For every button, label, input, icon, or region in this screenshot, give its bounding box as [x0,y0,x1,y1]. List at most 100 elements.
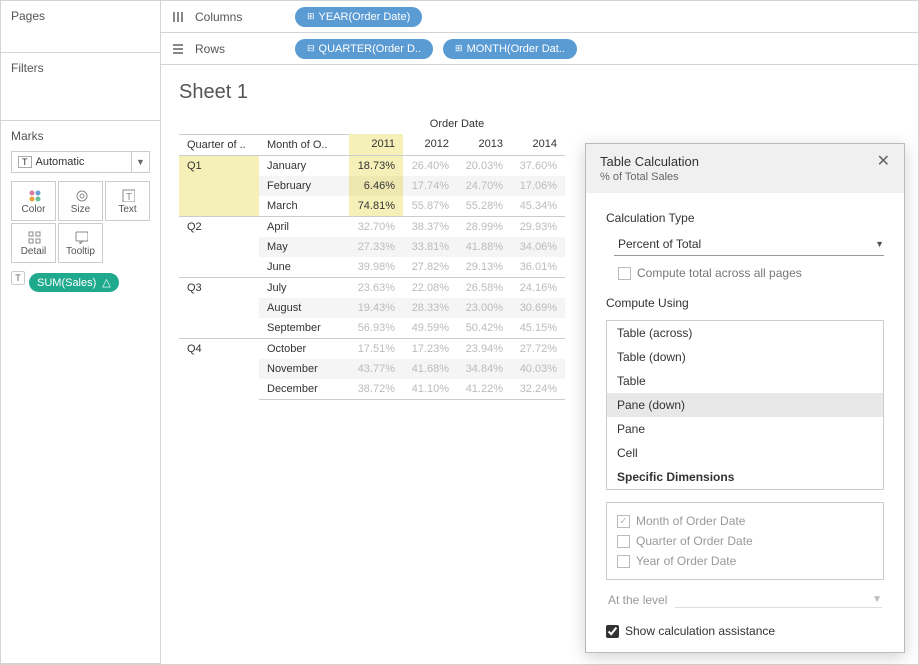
year-header[interactable]: 2014 [511,134,565,155]
quarter-cell[interactable]: Q1 [179,155,259,216]
compute-option[interactable]: Pane (down) [607,393,883,417]
year-header[interactable]: 2011 [349,134,403,155]
mark-text-button[interactable]: T Text [105,181,150,221]
value-cell[interactable]: 27.82% [403,257,457,278]
value-cell[interactable]: 40.03% [511,359,565,379]
month-cell[interactable]: November [259,359,349,379]
value-cell[interactable]: 27.72% [511,338,565,359]
value-cell[interactable]: 43.77% [349,359,403,379]
value-cell[interactable]: 29.93% [511,216,565,237]
month-pill[interactable]: ⊞MONTH(Order Dat.. [443,39,577,59]
value-cell[interactable]: 41.10% [403,379,457,400]
value-cell[interactable]: 24.70% [457,176,511,196]
value-cell[interactable]: 74.81% [349,196,403,217]
value-cell[interactable]: 17.74% [403,176,457,196]
month-cell[interactable]: October [259,338,349,359]
sheet-title[interactable]: Sheet 1 [179,81,900,104]
mark-tooltip-button[interactable]: Tooltip [58,223,103,263]
value-cell[interactable]: 41.88% [457,237,511,257]
value-cell[interactable]: 34.06% [511,237,565,257]
month-cell[interactable]: August [259,298,349,318]
compute-option[interactable]: Cell [607,441,883,465]
month-cell[interactable]: May [259,237,349,257]
value-cell[interactable]: 38.37% [403,216,457,237]
compute-option[interactable]: Table (across) [607,321,883,345]
sum-sales-pill[interactable]: SUM(Sales) △ [29,273,119,292]
value-cell[interactable]: 50.42% [457,318,511,339]
value-cell[interactable]: 49.59% [403,318,457,339]
month-cell[interactable]: December [259,379,349,400]
value-cell[interactable]: 23.00% [457,298,511,318]
value-cell[interactable]: 17.51% [349,338,403,359]
chevron-down-icon: ▼ [875,239,884,249]
value-cell[interactable]: 30.69% [511,298,565,318]
value-cell[interactable]: 26.40% [403,155,457,176]
value-cell[interactable]: 45.15% [511,318,565,339]
value-cell[interactable]: 24.16% [511,277,565,298]
value-cell[interactable]: 27.33% [349,237,403,257]
value-cell[interactable]: 39.98% [349,257,403,278]
show-assist-checkbox[interactable] [606,625,619,638]
value-cell[interactable]: 26.58% [457,277,511,298]
mark-detail-button[interactable]: Detail [11,223,56,263]
month-cell[interactable]: June [259,257,349,278]
columns-shelf[interactable]: Columns ⊞YEAR(Order Date) [161,1,918,33]
month-cell[interactable]: September [259,318,349,339]
value-cell[interactable]: 18.73% [349,155,403,176]
mark-type-dropdown[interactable]: T Automatic ▼ [11,151,150,173]
value-cell[interactable]: 34.84% [457,359,511,379]
year-header[interactable]: 2013 [457,134,511,155]
pages-shelf[interactable]: Pages [1,1,160,53]
value-cell[interactable]: 56.93% [349,318,403,339]
value-cell[interactable]: 55.87% [403,196,457,217]
compute-option[interactable]: Specific Dimensions [607,465,883,489]
quarter-pill[interactable]: ⊟QUARTER(Order D.. [295,39,433,59]
mark-size-button[interactable]: Size [58,181,103,221]
month-cell[interactable]: April [259,216,349,237]
value-cell[interactable]: 41.68% [403,359,457,379]
compute-option[interactable]: Pane [607,417,883,441]
value-cell[interactable]: 22.08% [403,277,457,298]
quarter-cell[interactable]: Q3 [179,277,259,338]
month-cell[interactable]: February [259,176,349,196]
dimensions-list: ✓Month of Order DateQuarter of Order Dat… [606,502,884,580]
value-cell[interactable]: 32.70% [349,216,403,237]
filters-shelf[interactable]: Filters [1,53,160,121]
value-cell[interactable]: 17.23% [403,338,457,359]
value-cell[interactable]: 55.28% [457,196,511,217]
month-cell[interactable]: July [259,277,349,298]
mark-color-button[interactable]: Color [11,181,56,221]
month-cell[interactable]: January [259,155,349,176]
value-cell[interactable]: 23.63% [349,277,403,298]
compute-option[interactable]: Table [607,369,883,393]
value-cell[interactable]: 33.81% [403,237,457,257]
value-cell[interactable]: 45.34% [511,196,565,217]
compute-option[interactable]: Table (down) [607,345,883,369]
rows-shelf[interactable]: Rows ⊟QUARTER(Order D.. ⊞MONTH(Order Dat… [161,33,918,65]
calc-type-select[interactable]: Percent of Total ▼ [614,235,884,256]
quarter-cell[interactable]: Q2 [179,216,259,277]
value-cell[interactable]: 6.46% [349,176,403,196]
quarter-cell[interactable]: Q4 [179,338,259,399]
value-cell[interactable]: 23.94% [457,338,511,359]
value-cell[interactable]: 36.01% [511,257,565,278]
quarter-corner[interactable]: Quarter of .. [179,134,259,155]
rows-label: Rows [195,42,285,56]
value-cell[interactable]: 38.72% [349,379,403,400]
month-corner[interactable]: Month of O.. [259,134,349,155]
value-cell[interactable]: 19.43% [349,298,403,318]
value-cell[interactable]: 29.13% [457,257,511,278]
value-cell[interactable]: 28.33% [403,298,457,318]
month-cell[interactable]: March [259,196,349,217]
compute-total-checkbox[interactable] [618,267,631,280]
value-cell[interactable]: 17.06% [511,176,565,196]
value-cell[interactable]: 28.99% [457,216,511,237]
value-cell[interactable]: 20.03% [457,155,511,176]
year-pill[interactable]: ⊞YEAR(Order Date) [295,7,422,27]
value-cell[interactable]: 32.24% [511,379,565,400]
value-cell[interactable]: 37.60% [511,155,565,176]
compute-using-list: Table (across)Table (down)TablePane (dow… [606,320,884,490]
close-icon[interactable]: ✕ [877,154,890,170]
value-cell[interactable]: 41.22% [457,379,511,400]
year-header[interactable]: 2012 [403,134,457,155]
